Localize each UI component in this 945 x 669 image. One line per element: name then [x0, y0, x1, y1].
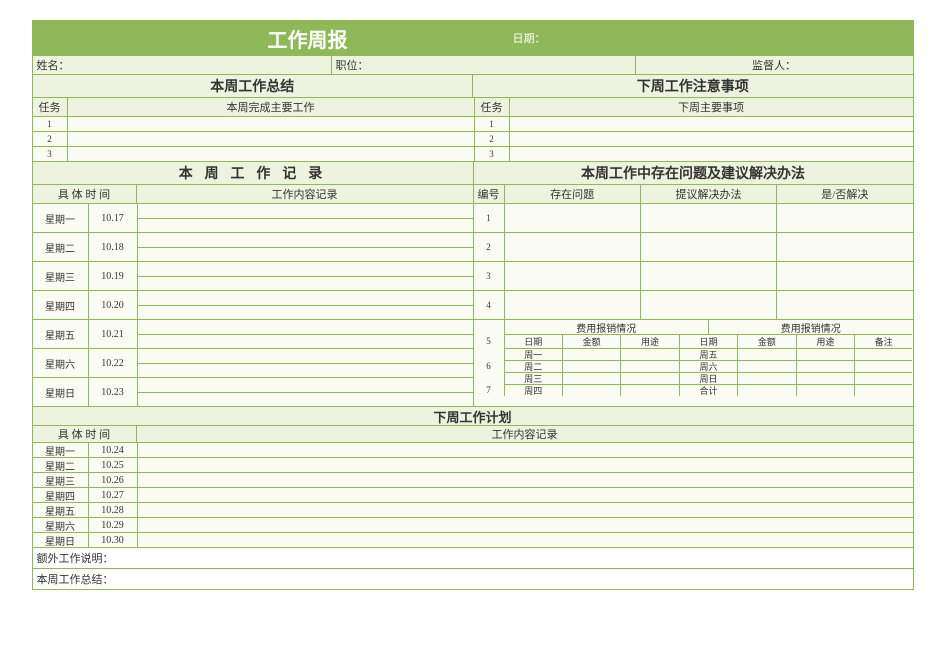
- records-titles: 本 周 工 作 记 录 本周工作中存在问题及建议解决办法: [33, 162, 913, 185]
- summary-left-title: 本周工作总结: [33, 75, 474, 97]
- task-body[interactable]: [68, 132, 475, 146]
- expense-head: 5 日期 金额 用途 日期 金额 用途 备注: [474, 334, 913, 348]
- log-sat: 星期六10.22: [33, 349, 473, 378]
- log-fri: 星期五10.21: [33, 320, 473, 349]
- day: 星期三: [33, 262, 89, 290]
- weekly-report: 工作周报 日期： 姓名： 职位： 监督人： 本周工作总结 下周工作注意事项 任务…: [32, 20, 914, 590]
- plan-fri: 星期五10.28: [33, 503, 913, 518]
- day: 星期四: [33, 291, 89, 319]
- plan-head: 具 体 时 间 工作内容记录: [33, 426, 913, 443]
- summary-right-title: 下周工作注意事项: [473, 75, 913, 97]
- day: 星期五: [33, 320, 89, 348]
- task-num: 3: [475, 147, 510, 161]
- right-sub: 下周主要事项: [510, 98, 913, 116]
- left-sub: 本周完成主要工作: [68, 98, 475, 116]
- plan-thu: 星期四10.27: [33, 488, 913, 503]
- plan-sun: 星期日10.30: [33, 533, 913, 548]
- date: 10.22: [89, 349, 138, 377]
- task-num: 3: [33, 147, 68, 161]
- problem-row-1: 1: [474, 204, 913, 233]
- summary-titles: 本周工作总结 下周工作注意事项: [33, 75, 913, 98]
- expense-title-right: 费用报销情况: [709, 320, 913, 334]
- plan-tue: 星期二10.25: [33, 458, 913, 473]
- content-label: 工作内容记录: [137, 185, 473, 203]
- date: 10.23: [89, 378, 138, 406]
- exp-row-2: 6周二周六: [474, 360, 913, 372]
- date: 10.21: [89, 320, 138, 348]
- task-body[interactable]: [510, 132, 913, 146]
- resolved-label: 是/否解决: [777, 185, 912, 203]
- exp-row-1: 周一周五: [474, 348, 913, 360]
- records-left-title: 本 周 工 作 记 录: [33, 162, 474, 184]
- extra-work-note[interactable]: 额外工作说明：: [33, 548, 913, 569]
- name-label: 姓名：: [33, 56, 332, 74]
- plan-wed: 星期三10.26: [33, 473, 913, 488]
- plan-mon: 星期一10.24: [33, 443, 913, 458]
- plan-content-label: 工作内容记录: [137, 426, 913, 442]
- position-label: 职位：: [332, 56, 636, 74]
- problem-row-3: 3: [474, 262, 913, 291]
- day: 星期二: [33, 233, 89, 261]
- exp-row-4: 7周四合计: [474, 384, 913, 396]
- task-row-1: 1 1: [33, 117, 913, 132]
- task-body[interactable]: [68, 147, 475, 161]
- time-label: 具 体 时 间: [33, 185, 137, 203]
- day: 星期六: [33, 349, 89, 377]
- task-row-3: 3 3: [33, 147, 913, 162]
- log-thu: 星期四10.20: [33, 291, 473, 320]
- expense-title-row: 费用报销情况 费用报销情况: [474, 320, 913, 334]
- page-title: 工作周报: [33, 24, 503, 53]
- supervisor-label: 监督人：: [636, 56, 913, 74]
- task-num: 1: [33, 117, 68, 131]
- date: 10.17: [89, 204, 138, 232]
- plan-sat: 星期六10.29: [33, 518, 913, 533]
- date: 10.20: [89, 291, 138, 319]
- log-wed: 星期三10.19: [33, 262, 473, 291]
- weekly-log: 具 体 时 间 工作内容记录 星期一10.17 星期二10.18 星期三10.1…: [33, 185, 474, 406]
- plan-title: 下周工作计划: [33, 406, 913, 426]
- task-row-2: 2 2: [33, 132, 913, 147]
- num-label: 编号: [474, 185, 505, 203]
- suggest-label: 提议解决办法: [641, 185, 777, 203]
- records-body: 具 体 时 间 工作内容记录 星期一10.17 星期二10.18 星期三10.1…: [33, 185, 913, 406]
- expense-title-left: 费用报销情况: [505, 320, 710, 334]
- task-body[interactable]: [510, 117, 913, 131]
- exp-row-3: 周三周日: [474, 372, 913, 384]
- task-body[interactable]: [510, 147, 913, 161]
- info-row: 姓名： 职位： 监督人：: [33, 56, 913, 75]
- day: 星期日: [33, 378, 89, 406]
- log-head: 具 体 时 间 工作内容记录: [33, 185, 473, 204]
- problem-row-4: 4: [474, 291, 913, 320]
- problems-expenses: 编号 存在问题 提议解决办法 是/否解决 1 2 3 4 费用报销情况 费用报销…: [474, 185, 913, 406]
- expense-block: 费用报销情况 费用报销情况 5 日期 金额 用途 日期 金额 用途 备注 周一周…: [474, 320, 913, 396]
- task-label-left: 任务: [33, 98, 68, 116]
- log-tue: 星期二10.18: [33, 233, 473, 262]
- task-body[interactable]: [68, 117, 475, 131]
- summary-subhead: 任务 本周完成主要工作 任务 下周主要事项: [33, 98, 913, 117]
- problem-row-2: 2: [474, 233, 913, 262]
- problem-head: 编号 存在问题 提议解决办法 是/否解决: [474, 185, 913, 204]
- date: 10.18: [89, 233, 138, 261]
- task-label-right: 任务: [475, 98, 510, 116]
- date-label: 日期：: [503, 30, 913, 46]
- title-row: 工作周报 日期：: [33, 21, 913, 56]
- records-right-title: 本周工作中存在问题及建议解决办法: [474, 162, 913, 184]
- log-sun: 星期日10.23: [33, 378, 473, 406]
- plan-time-label: 具 体 时 间: [33, 426, 137, 442]
- problem-label: 存在问题: [505, 185, 641, 203]
- log-mon: 星期一10.17: [33, 204, 473, 233]
- task-num: 2: [475, 132, 510, 146]
- task-num: 1: [475, 117, 510, 131]
- weekly-summary-note[interactable]: 本周工作总结：: [33, 569, 913, 589]
- date: 10.19: [89, 262, 138, 290]
- day: 星期一: [33, 204, 89, 232]
- task-num: 2: [33, 132, 68, 146]
